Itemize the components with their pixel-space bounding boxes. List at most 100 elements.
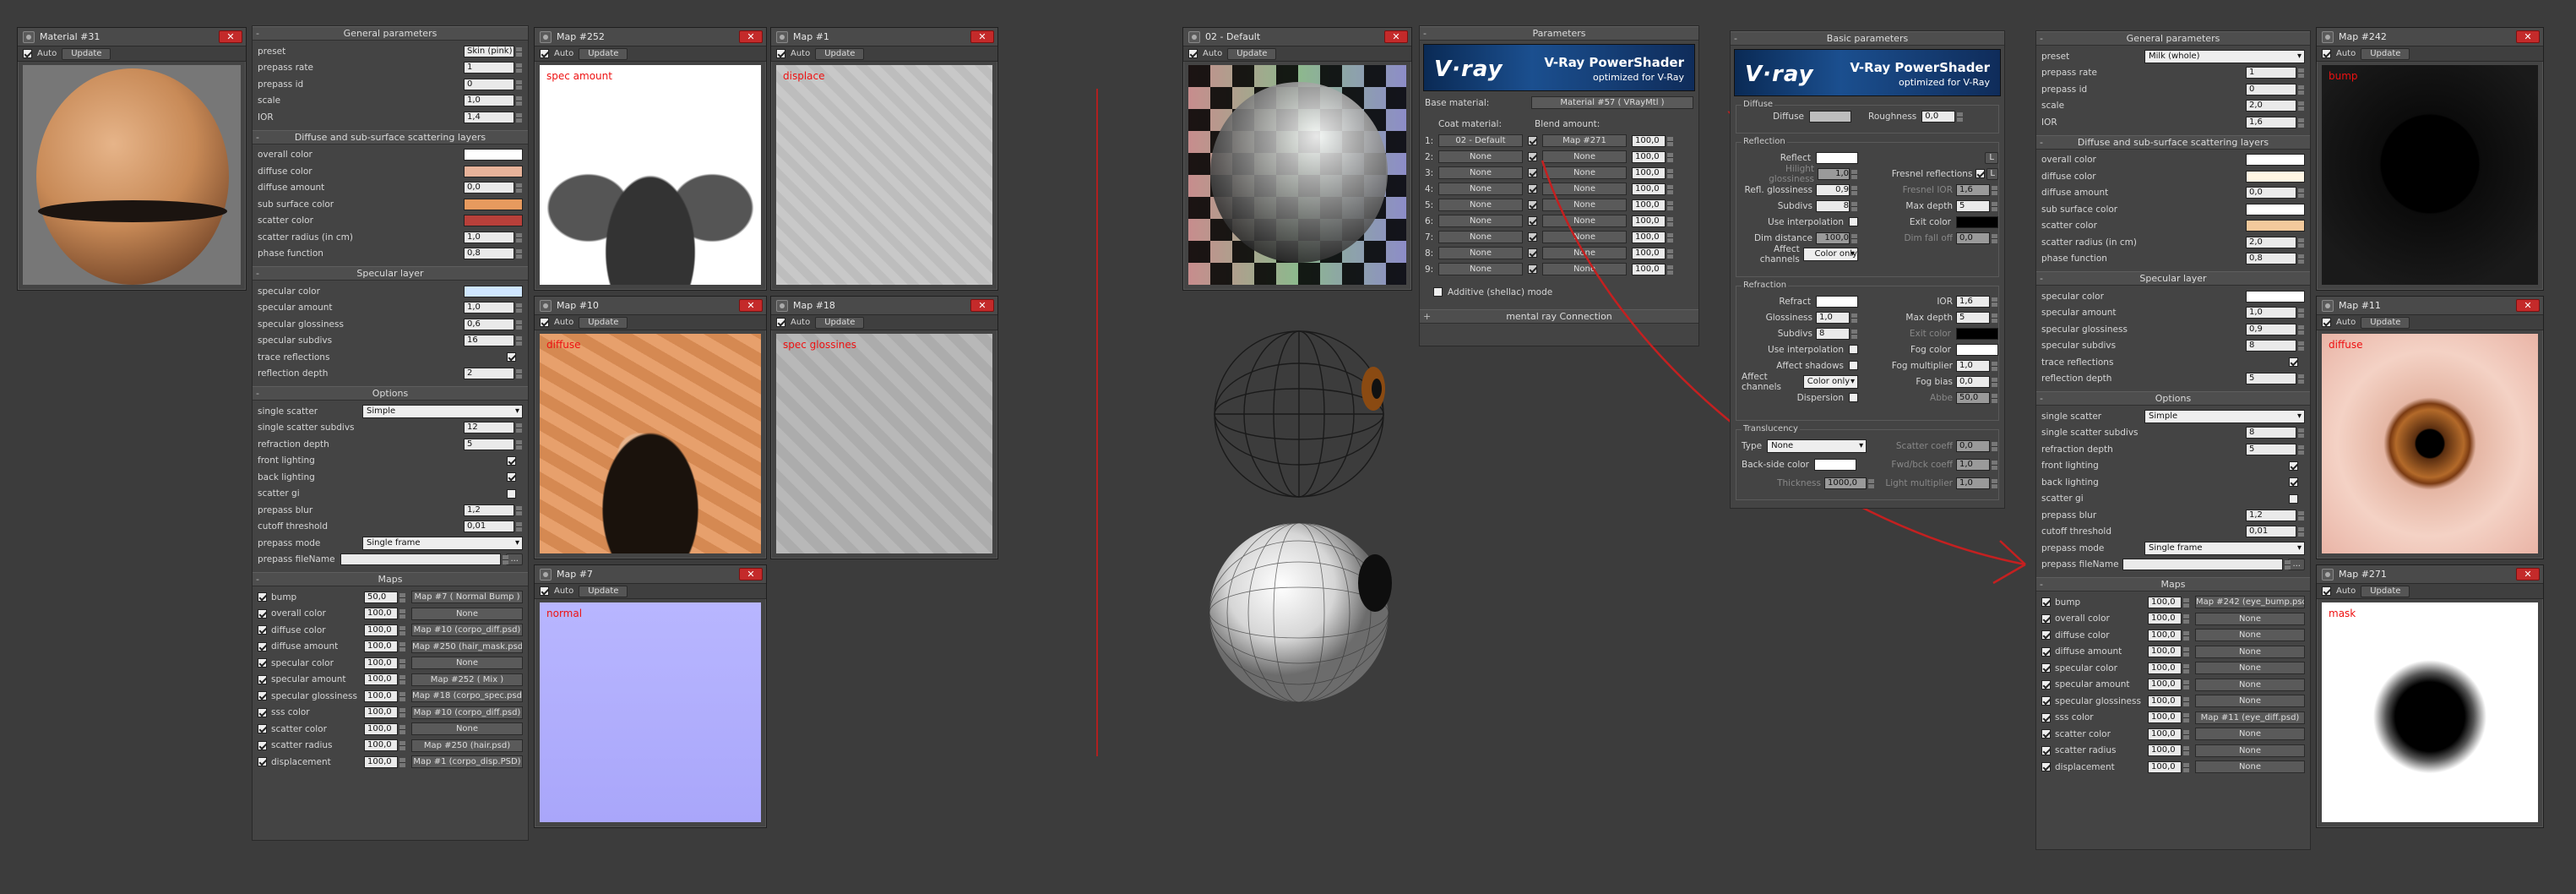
general-rollout-header[interactable]: - General parameters xyxy=(2036,31,2310,46)
refl-interp-checkbox[interactable] xyxy=(1849,217,1858,226)
sub-surface-color-color-swatch[interactable] xyxy=(2246,203,2305,215)
phase-function-spinner[interactable]: 0,8 xyxy=(2246,253,2304,265)
close-button[interactable]: ✕ xyxy=(2516,299,2540,312)
map-amount-spinner[interactable]: 100,0 xyxy=(2148,744,2189,757)
fresnel-ior-spinner[interactable]: 1,6 xyxy=(1956,183,1997,196)
trace-reflections-checkbox[interactable] xyxy=(2289,357,2298,368)
prepass-filename-input[interactable] xyxy=(2122,559,2291,571)
map-amount-spinner[interactable]: 100,0 xyxy=(2148,760,2189,773)
map-amount-spinner[interactable]: 100,0 xyxy=(2148,728,2189,740)
dim-distance-spinner[interactable]: 100,0 xyxy=(1816,232,1857,244)
map-enable-checkbox[interactable] xyxy=(2041,597,2051,608)
refr-glossiness-spinner[interactable]: 1,0 xyxy=(1816,311,1857,324)
refr-subdivs-spinner[interactable]: 8 xyxy=(1816,327,1857,340)
update-button[interactable]: Update xyxy=(2361,585,2410,597)
overall-color-color-swatch[interactable] xyxy=(2246,154,2305,166)
window-titlebar[interactable]: Map #11 ✕ xyxy=(2317,297,2543,315)
backside-color-swatch[interactable] xyxy=(1814,459,1856,471)
refraction-depth-spinner[interactable]: 5 xyxy=(2246,443,2304,455)
fresnel-checkbox[interactable] xyxy=(1975,169,1986,178)
refl-exit-swatch[interactable] xyxy=(1956,215,1998,228)
map-slot-button[interactable]: None xyxy=(2195,760,2305,774)
refr-ior-spinner[interactable]: 1,6 xyxy=(1956,295,1997,308)
refr-exit-swatch[interactable] xyxy=(1956,327,1998,340)
reflect-swatch[interactable] xyxy=(1816,151,1858,164)
map-window-11[interactable]: Map #11 ✕ Auto Update diffuse xyxy=(2316,296,2544,559)
map-slot-button[interactable]: None xyxy=(2195,744,2305,757)
specular-amount-spinner[interactable]: 1,0 xyxy=(2246,307,2304,319)
prepass-blur-spinner[interactable]: 1,2 xyxy=(2246,509,2304,521)
fog-bias-spinner[interactable]: 0,0 xyxy=(1956,375,1997,388)
map-slot-button[interactable]: Map #242 (eye_bump.psd) xyxy=(2195,596,2305,609)
hilight-glossiness-spinner[interactable]: 1,0 xyxy=(1818,167,1857,180)
specular-glossiness-spinner[interactable]: 0,9 xyxy=(2246,323,2304,335)
refl-subdivs-spinner[interactable]: 8 xyxy=(1816,199,1857,212)
preset-dropdown[interactable]: Milk (whole) xyxy=(2144,49,2305,63)
map-enable-checkbox[interactable] xyxy=(2041,663,2051,673)
single-scatter-dropdown[interactable]: Simple xyxy=(2144,409,2305,423)
map-slot-button[interactable]: Map #11 (eye_diff.psd) xyxy=(2195,711,2305,724)
scatter-color-color-swatch[interactable] xyxy=(2246,220,2305,232)
map-window-271[interactable]: Map #271 ✕ Auto Update mask xyxy=(2316,564,2544,828)
window-titlebar[interactable]: Map #271 ✕ xyxy=(2317,565,2543,584)
options-rollout-header[interactable]: - Options xyxy=(2036,391,2310,406)
map-amount-spinner[interactable]: 100,0 xyxy=(2148,662,2189,674)
auto-checkbox[interactable] xyxy=(2322,49,2331,58)
diffuse-rollout-header[interactable]: - Diffuse and sub-surface scattering laye… xyxy=(2036,134,2310,150)
single-scatter-subdivs-spinner[interactable]: 8 xyxy=(2246,427,2304,439)
translucency-type-dropdown[interactable]: None xyxy=(1767,439,1867,453)
cutoff-threshold-spinner[interactable]: 0,01 xyxy=(2246,526,2304,538)
map-enable-checkbox[interactable] xyxy=(2041,613,2051,624)
affect-shadows-checkbox[interactable] xyxy=(1849,361,1858,370)
front-lighting-checkbox[interactable] xyxy=(2289,461,2298,471)
map-slot-button[interactable]: None xyxy=(2195,629,2305,642)
update-button[interactable]: Update xyxy=(2361,316,2410,329)
fresnel-lock-button[interactable]: L xyxy=(1986,167,1998,180)
refr-interp-checkbox[interactable] xyxy=(1849,345,1858,354)
prepass-rate-spinner[interactable]: 1 xyxy=(2246,67,2304,79)
close-button[interactable]: ✕ xyxy=(2516,568,2540,581)
map-amount-spinner[interactable]: 100,0 xyxy=(2148,711,2189,724)
basic-parameters-rollout-header[interactable]: - Basic parameters xyxy=(1731,31,2004,46)
map-slot-button[interactable]: None xyxy=(2195,612,2305,625)
map-enable-checkbox[interactable] xyxy=(2041,762,2051,772)
map-amount-spinner[interactable]: 100,0 xyxy=(2148,646,2189,658)
map-amount-spinner[interactable]: 100,0 xyxy=(2148,695,2189,707)
fog-color-swatch[interactable] xyxy=(1956,343,1998,356)
window-titlebar[interactable]: Map #242 ✕ xyxy=(2317,28,2543,46)
map-window-242[interactable]: Map #242 ✕ Auto Update bump xyxy=(2316,27,2544,291)
diffuse-amount-spinner[interactable]: 0,0 xyxy=(2246,187,2304,199)
scatter-radius-in-cm-spinner[interactable]: 2,0 xyxy=(2246,236,2304,248)
roughness-spinner[interactable]: 0,0 xyxy=(1921,111,1964,123)
map-enable-checkbox[interactable] xyxy=(2041,712,2051,722)
map-enable-checkbox[interactable] xyxy=(2041,679,2051,690)
map-slot-button[interactable]: None xyxy=(2195,645,2305,658)
map-amount-spinner[interactable]: 100,0 xyxy=(2148,596,2189,608)
specular-subdivs-spinner[interactable]: 8 xyxy=(2246,340,2304,352)
dispersion-checkbox[interactable] xyxy=(1849,393,1858,402)
diffuse-swatch[interactable] xyxy=(1809,111,1851,123)
dim-falloff-spinner[interactable]: 0,0 xyxy=(1956,232,1997,244)
map-slot-button[interactable]: None xyxy=(2195,678,2305,691)
map-amount-spinner[interactable]: 100,0 xyxy=(2148,629,2189,641)
prepass-id-spinner[interactable]: 0 xyxy=(2246,83,2304,95)
update-button[interactable]: Update xyxy=(2361,47,2410,60)
auto-checkbox[interactable] xyxy=(2322,586,2331,596)
fwd-bck-spinner[interactable]: 1,0 xyxy=(1956,459,1997,471)
refr-maxdepth-spinner[interactable]: 5 xyxy=(1956,311,1997,324)
map-enable-checkbox[interactable] xyxy=(2041,630,2051,641)
map-enable-checkbox[interactable] xyxy=(2041,729,2051,739)
map-enable-checkbox[interactable] xyxy=(2041,696,2051,706)
diffuse-color-color-swatch[interactable] xyxy=(2246,170,2305,183)
thickness-spinner[interactable]: 1000,0 xyxy=(1824,477,1874,489)
ior-spinner[interactable]: 1,6 xyxy=(2246,116,2304,128)
map-slot-button[interactable]: None xyxy=(2195,695,2305,708)
auto-checkbox[interactable] xyxy=(2322,318,2331,327)
maps-rollout-header[interactable]: - Maps xyxy=(2036,577,2310,591)
reflection-depth-spinner[interactable]: 5 xyxy=(2246,373,2304,385)
map-slot-button[interactable]: None xyxy=(2195,728,2305,741)
map-amount-spinner[interactable]: 100,0 xyxy=(2148,613,2189,625)
map-slot-button[interactable]: None xyxy=(2195,662,2305,675)
refract-swatch[interactable] xyxy=(1816,295,1858,308)
specular-rollout-header[interactable]: - Specular layer xyxy=(2036,271,2310,286)
